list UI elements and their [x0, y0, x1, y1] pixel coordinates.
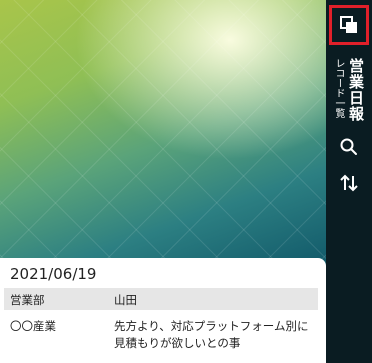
record-date: 2021/06/19	[10, 265, 97, 283]
record-note: 先方より、対応プラットフォーム別に見積もりが欲しいとの事	[114, 319, 309, 350]
search-icon	[340, 138, 357, 155]
window-switch-icon	[340, 16, 357, 33]
sort-button[interactable]	[330, 164, 368, 202]
company-name: 〇〇産業	[10, 319, 56, 333]
record-card[interactable]: 2021/06/19 営業部 山田 〇〇産業 先方より、対応プラットフォーム別に…	[0, 258, 326, 363]
record-body-row: 〇〇産業 先方より、対応プラットフォーム別に見積もりが欲しいとの事	[4, 314, 318, 358]
app-title: 営業日報 レコード一覧	[326, 58, 372, 128]
person-name: 山田	[114, 293, 137, 307]
sidebar: 営業日報 レコード一覧	[326, 0, 372, 363]
record-header-row: 営業部 山田	[4, 288, 318, 310]
search-button[interactable]	[330, 128, 368, 166]
app-title-main: 営業日報	[347, 58, 365, 122]
department-label: 営業部	[10, 293, 45, 307]
sort-icon	[340, 174, 358, 192]
window-switch-button[interactable]	[329, 5, 369, 45]
app-title-sub: レコード一覧	[333, 58, 344, 118]
